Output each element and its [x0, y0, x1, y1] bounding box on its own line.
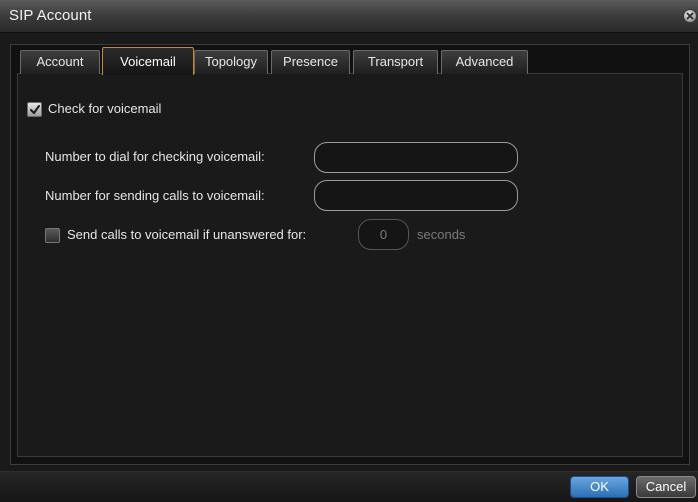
seconds-label: seconds — [417, 227, 466, 242]
send-number-label: Number for sending calls to voicemail: — [45, 188, 265, 203]
unanswered-checkbox[interactable] — [45, 228, 60, 243]
check-voicemail-label: Check for voicemail — [48, 101, 162, 116]
checkmark-icon — [30, 105, 40, 114]
tab-account[interactable]: Account — [20, 50, 100, 74]
tab-presence[interactable]: Presence — [271, 50, 350, 74]
title-bar: SIP Account — [0, 0, 698, 33]
close-icon[interactable] — [683, 9, 697, 23]
check-voicemail-checkbox[interactable] — [27, 102, 42, 117]
tab-advanced[interactable]: Advanced — [441, 50, 528, 74]
dial-number-label: Number to dial for checking voicemail: — [45, 149, 265, 164]
unanswered-label: Send calls to voicemail if unanswered fo… — [67, 227, 307, 242]
tab-topology[interactable]: Topology — [194, 50, 268, 74]
send-number-input[interactable] — [314, 180, 518, 211]
tab-transport[interactable]: Transport — [353, 50, 438, 74]
dial-number-input[interactable] — [314, 142, 518, 173]
window-title: SIP Account — [9, 7, 92, 24]
ok-button[interactable]: OK — [570, 476, 629, 498]
tab-voicemail[interactable]: Voicemail — [102, 47, 194, 75]
unanswered-seconds-input[interactable] — [358, 219, 409, 250]
voicemail-panel — [17, 73, 683, 457]
cancel-button[interactable]: Cancel — [636, 476, 696, 498]
